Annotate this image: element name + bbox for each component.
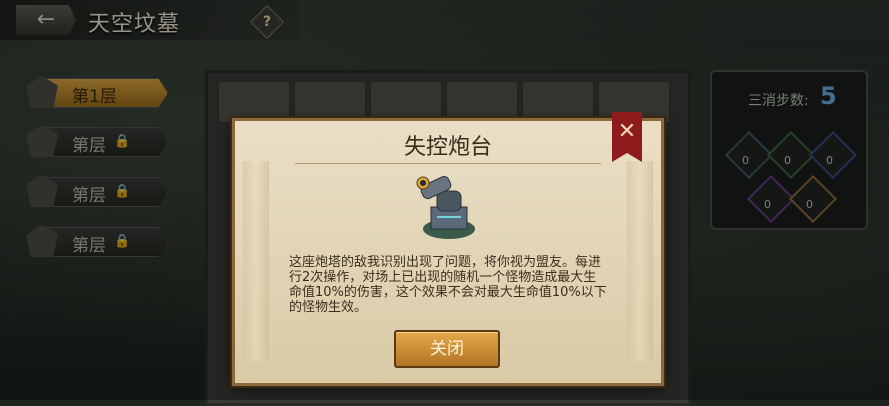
dialog-description: 这座炮塔的敌我识别出现了问题，将你视为盟友。每进行2次操作，对场上已出现的随机一…: [289, 255, 607, 315]
turret-icon: [416, 176, 475, 239]
left-pillar-decoration: [243, 161, 269, 361]
title-divider: [295, 163, 601, 164]
dialog-title: 失控炮台: [403, 135, 492, 160]
right-pillar-decoration: [627, 161, 653, 361]
close-button[interactable]: 关闭: [394, 330, 500, 368]
